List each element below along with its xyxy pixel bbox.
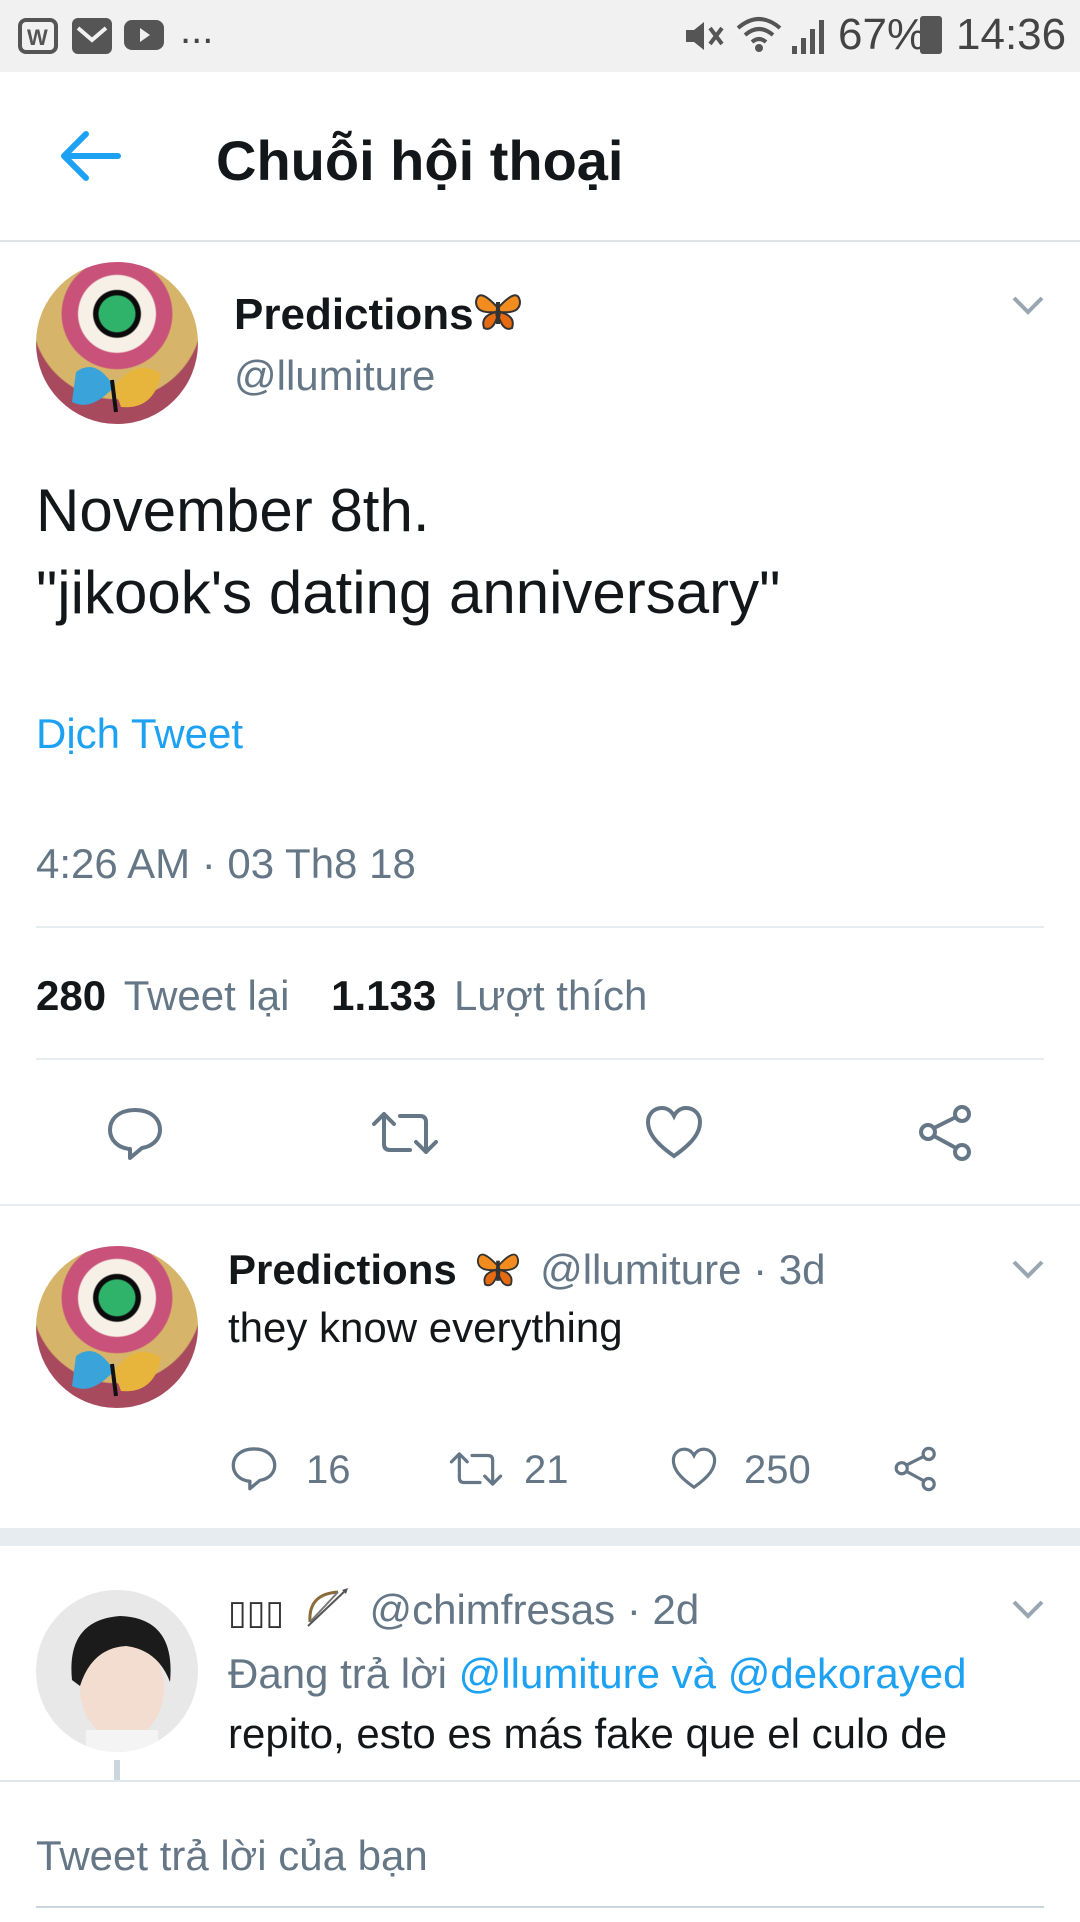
- like-count: 250: [744, 1448, 811, 1492]
- display-name[interactable]: Predictions: [228, 1246, 457, 1293]
- reply-text: they know everything: [228, 1304, 623, 1351]
- retweet-count[interactable]: 280: [36, 972, 106, 1019]
- battery-percent: 67%: [838, 10, 927, 59]
- clock: 14:36: [956, 10, 1067, 59]
- reply-icon[interactable]: [106, 1104, 164, 1167]
- reply-header: Predictions @llumiture · 3d: [228, 1246, 825, 1300]
- chevron-down-icon[interactable]: [1010, 1598, 1046, 1625]
- display-name[interactable]: Predictions: [234, 290, 474, 340]
- reply-count: 16: [306, 1448, 351, 1492]
- tweet-text-line2: "jikook's dating anniversary": [36, 559, 781, 626]
- app-header: Chuỗi hội thoại: [0, 72, 1080, 242]
- handle[interactable]: @llumiture: [540, 1246, 741, 1293]
- section-separator: [0, 1528, 1080, 1546]
- retweet-icon[interactable]: [370, 1104, 440, 1167]
- battery-icon: [920, 16, 942, 54]
- like-heart-icon[interactable]: [644, 1104, 704, 1167]
- reply-input-underline: [36, 1906, 1044, 1908]
- avatar[interactable]: [36, 262, 198, 424]
- mute-icon: [682, 16, 726, 61]
- divider: [36, 926, 1044, 928]
- tweet-age: · 2d: [626, 1586, 700, 1634]
- signal-icon: [790, 16, 826, 61]
- chevron-down-icon[interactable]: [1010, 1258, 1046, 1285]
- retweet-label[interactable]: Tweet lại: [124, 972, 290, 1019]
- divider: [36, 1058, 1044, 1060]
- mention-link[interactable]: @dekorayed: [728, 1650, 967, 1697]
- mail-icon: [72, 18, 112, 54]
- share-icon[interactable]: [916, 1104, 976, 1167]
- reply-header: ▯▯▯ @chimfresas · 2d: [228, 1586, 699, 1640]
- reply-tweet[interactable]: Predictions @llumiture · 3d they know ev…: [0, 1206, 1080, 1526]
- avatar[interactable]: [36, 1590, 198, 1752]
- retweet-count: 21: [524, 1448, 569, 1492]
- bow-arrow-emoji: [302, 1586, 352, 1640]
- share-icon[interactable]: [892, 1446, 940, 1497]
- translate-tweet-link[interactable]: Dịch Tweet: [36, 710, 243, 758]
- reply-connector-line: [114, 1760, 120, 1780]
- main-tweet: Predictions @llumiture November 8th. "ji…: [0, 242, 1080, 1202]
- handle[interactable]: @chimfresas: [369, 1586, 615, 1633]
- reply-text: repito, esto es más fake que el culo de: [228, 1710, 948, 1757]
- page-title: Chuỗi hội thoại: [216, 129, 624, 192]
- more-notifications: ...: [180, 8, 214, 52]
- compose-reply-bar: Tweet trả lời của bạn: [0, 1780, 1080, 1922]
- mention-link[interactable]: @llumiture: [459, 1650, 660, 1697]
- reply-input[interactable]: Tweet trả lời của bạn: [36, 1832, 428, 1880]
- wifi-icon: [734, 14, 784, 59]
- replying-and: và: [671, 1650, 717, 1697]
- status-bar: W ... 67% 14:36: [0, 0, 1080, 72]
- like-label[interactable]: Lượt thích: [454, 972, 647, 1019]
- butterfly-emoji: [472, 286, 524, 339]
- handle[interactable]: @llumiture: [234, 352, 435, 400]
- engagement-stats: 280 Tweet lại 1.133 Lượt thích: [36, 972, 647, 1020]
- replying-to-line: Đang trả lời @llumiture và @dekorayed: [228, 1650, 966, 1698]
- like-count[interactable]: 1.133: [331, 972, 436, 1019]
- replying-prefix: Đang trả lời: [228, 1650, 447, 1697]
- reply-tweet[interactable]: ▯▯▯ @chimfresas · 2d Đang trả lời @llumi…: [0, 1546, 1080, 1780]
- avatar[interactable]: [36, 1246, 198, 1408]
- tweet-age: · 3d: [753, 1246, 826, 1294]
- display-name[interactable]: ▯▯▯: [228, 1594, 284, 1632]
- like-heart-icon[interactable]: [670, 1446, 718, 1497]
- retweet-icon[interactable]: [448, 1446, 504, 1497]
- chevron-down-icon[interactable]: [1010, 294, 1046, 321]
- app-w-icon: W: [18, 18, 58, 54]
- reply-icon[interactable]: [230, 1444, 278, 1497]
- tweet-timestamp: 4:26 AM · 03 Th8 18: [36, 840, 416, 887]
- tweet-text-line1: November 8th.: [36, 477, 430, 544]
- butterfly-emoji: [474, 1246, 522, 1300]
- back-arrow-icon[interactable]: [56, 124, 126, 188]
- youtube-icon: [124, 20, 164, 50]
